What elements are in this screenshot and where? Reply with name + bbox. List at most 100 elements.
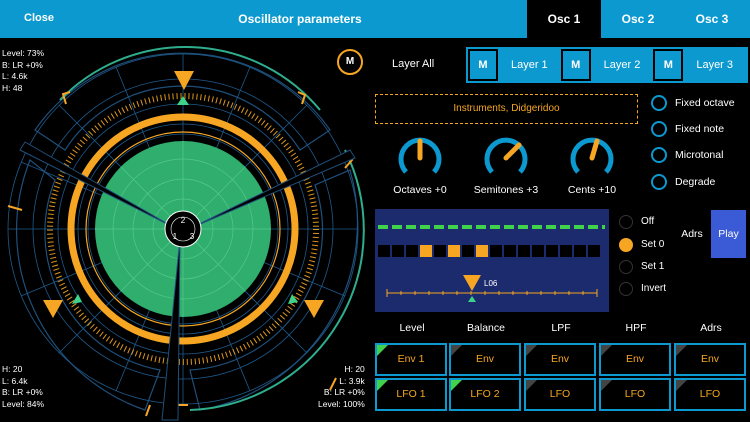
info-text: H: 20 [2, 364, 23, 374]
octaves-label: Octaves +0 [393, 184, 447, 196]
layer-3-mute-button[interactable]: M [653, 49, 684, 81]
column-header-level: Level [399, 322, 425, 334]
info-text: B: LR +0% [323, 387, 365, 397]
inactive-corner-icon [601, 380, 612, 391]
sequencer-position-marker[interactable] [463, 275, 481, 291]
cell-label: Env [700, 353, 720, 365]
active-corner-icon [377, 380, 388, 391]
info-text: H: 20 [344, 364, 365, 374]
matrix-cell-lfo-balance[interactable]: LFO 2 [449, 378, 521, 411]
matrix-cell-env-adrs[interactable]: Env [674, 343, 746, 376]
layer-3-button[interactable]: Layer 3 [683, 49, 746, 81]
info-top-left: Level: 73% B: LR +0% L: 4.6k H: 48 [2, 48, 44, 94]
radio-circle-icon [651, 147, 667, 163]
inactive-corner-icon [676, 380, 687, 391]
info-text: B: LR +0% [2, 59, 43, 70]
octaves-knob[interactable] [397, 135, 443, 181]
checkbox-label: Degrade [675, 176, 716, 188]
radio-circle-icon [651, 95, 667, 111]
sequencer-marker-label: L06 [484, 279, 498, 288]
column-header-hpf: HPF [625, 322, 647, 334]
hub-label-2: 2 [181, 216, 186, 225]
matrix-cell-env-hpf[interactable]: Env [599, 343, 671, 376]
matrix-cell-lfo-lpf[interactable]: LFO [524, 378, 596, 411]
radial-graphic[interactable]: 2 1 3 [0, 38, 372, 422]
info-text: L: 6.4k [2, 375, 28, 386]
active-corner-icon [377, 345, 388, 356]
inactive-corner-icon [676, 345, 687, 356]
radio-dot-icon [619, 215, 633, 229]
inactive-corner-icon [526, 380, 537, 391]
radio-dot-icon [619, 282, 633, 296]
column-header-lpf: LPF [551, 322, 571, 334]
step-sequencer[interactable]: L06 [375, 209, 609, 312]
matrix-cell-lfo-level[interactable]: LFO 1 [375, 378, 447, 411]
semitones-label: Semitones +3 [473, 184, 539, 196]
hub-label-1: 1 [173, 232, 178, 241]
mute-all-button[interactable]: M [337, 49, 363, 75]
inactive-corner-icon [451, 345, 462, 356]
matrix-cell-lfo-adrs[interactable]: LFO [674, 378, 746, 411]
radio-circle-icon [651, 121, 667, 137]
info-text: L: 4.6k [2, 71, 28, 81]
layer-2-button[interactable]: Layer 2 [591, 49, 654, 81]
cell-label: Env 1 [397, 353, 425, 365]
sequencer-graphic[interactable] [375, 209, 609, 312]
info-bottom-right: H: 20 L: 3.9k B: LR +0% Level: 100% [318, 364, 365, 410]
column-header-balance: Balance [467, 322, 505, 334]
adrs-button[interactable]: Adrs [675, 210, 709, 258]
cell-label: LFO 2 [470, 388, 500, 400]
checkbox-label: Microtonal [675, 149, 724, 161]
radio-dot-icon [619, 260, 633, 274]
cell-label: Env [550, 353, 570, 365]
tab-osc-2[interactable]: Osc 2 [601, 0, 675, 38]
matrix-cell-lfo-hpf[interactable]: LFO [599, 378, 671, 411]
matrix-cell-env-level[interactable]: Env 1 [375, 343, 447, 376]
mode-label: Set 0 [641, 239, 665, 250]
info-bottom-left: H: 20 L: 6.4k B: LR +0% Level: 84% [2, 364, 44, 410]
info-text: B: LR +0% [2, 387, 43, 397]
layer-1-button[interactable]: Layer 1 [498, 49, 561, 81]
cell-label: LFO [624, 388, 646, 400]
page-title: Oscillator parameters [238, 12, 362, 26]
preset-selector[interactable]: Instruments, Didgeridoo [375, 94, 638, 124]
mode-label: Set 1 [641, 261, 665, 272]
sequencer-steps[interactable] [378, 245, 600, 257]
oscillator-radial-display[interactable]: 2 1 3 Level: 73% B: LR +0% L: 4.6k H: 48… [0, 38, 372, 422]
active-corner-icon [451, 380, 462, 391]
layer-2-mute-button[interactable]: M [560, 49, 591, 81]
sequencer-green-marker [468, 296, 476, 302]
layer-selector: M Layer 1 M Layer 2 M Layer 3 [466, 47, 748, 83]
tab-osc-3[interactable]: Osc 3 [675, 0, 749, 38]
layer-all-label[interactable]: Layer All [392, 58, 450, 70]
cell-label: Env [475, 353, 495, 365]
checkbox-label: Fixed octave [675, 97, 735, 109]
cents-label: Cents +10 [567, 184, 617, 196]
tab-osc-1[interactable]: Osc 1 [527, 0, 601, 38]
info-text: H: 48 [2, 82, 23, 93]
semitones-knob[interactable] [483, 135, 529, 181]
hub-label-3: 3 [190, 232, 195, 241]
matrix-cell-env-balance[interactable]: Env [449, 343, 521, 376]
checkbox-label: Fixed note [675, 123, 725, 135]
info-text: Level: 73% [2, 48, 45, 58]
info-text: Level: 84% [2, 398, 45, 409]
close-button[interactable]: Close [24, 12, 54, 24]
cell-label: LFO 1 [396, 388, 426, 400]
info-text: L: 3.9k [339, 375, 365, 386]
inactive-corner-icon [526, 345, 537, 356]
layer-1-mute-button[interactable]: M [468, 49, 498, 81]
inactive-corner-icon [601, 345, 612, 356]
radio-dot-icon [619, 238, 633, 252]
column-header-adrs: Adrs [700, 322, 722, 334]
cell-label: LFO [699, 388, 721, 400]
info-text: Level: 100% [318, 398, 365, 409]
mode-label: Invert [641, 283, 667, 294]
cell-label: Env [625, 353, 645, 365]
cents-knob[interactable] [569, 135, 615, 181]
radio-circle-icon [651, 174, 667, 190]
cell-label: LFO [549, 388, 571, 400]
matrix-cell-env-lpf[interactable]: Env [524, 343, 596, 376]
top-bar: Close Oscillator parameters Osc 1 Osc 2 … [0, 0, 750, 38]
play-button[interactable]: Play [711, 210, 746, 258]
